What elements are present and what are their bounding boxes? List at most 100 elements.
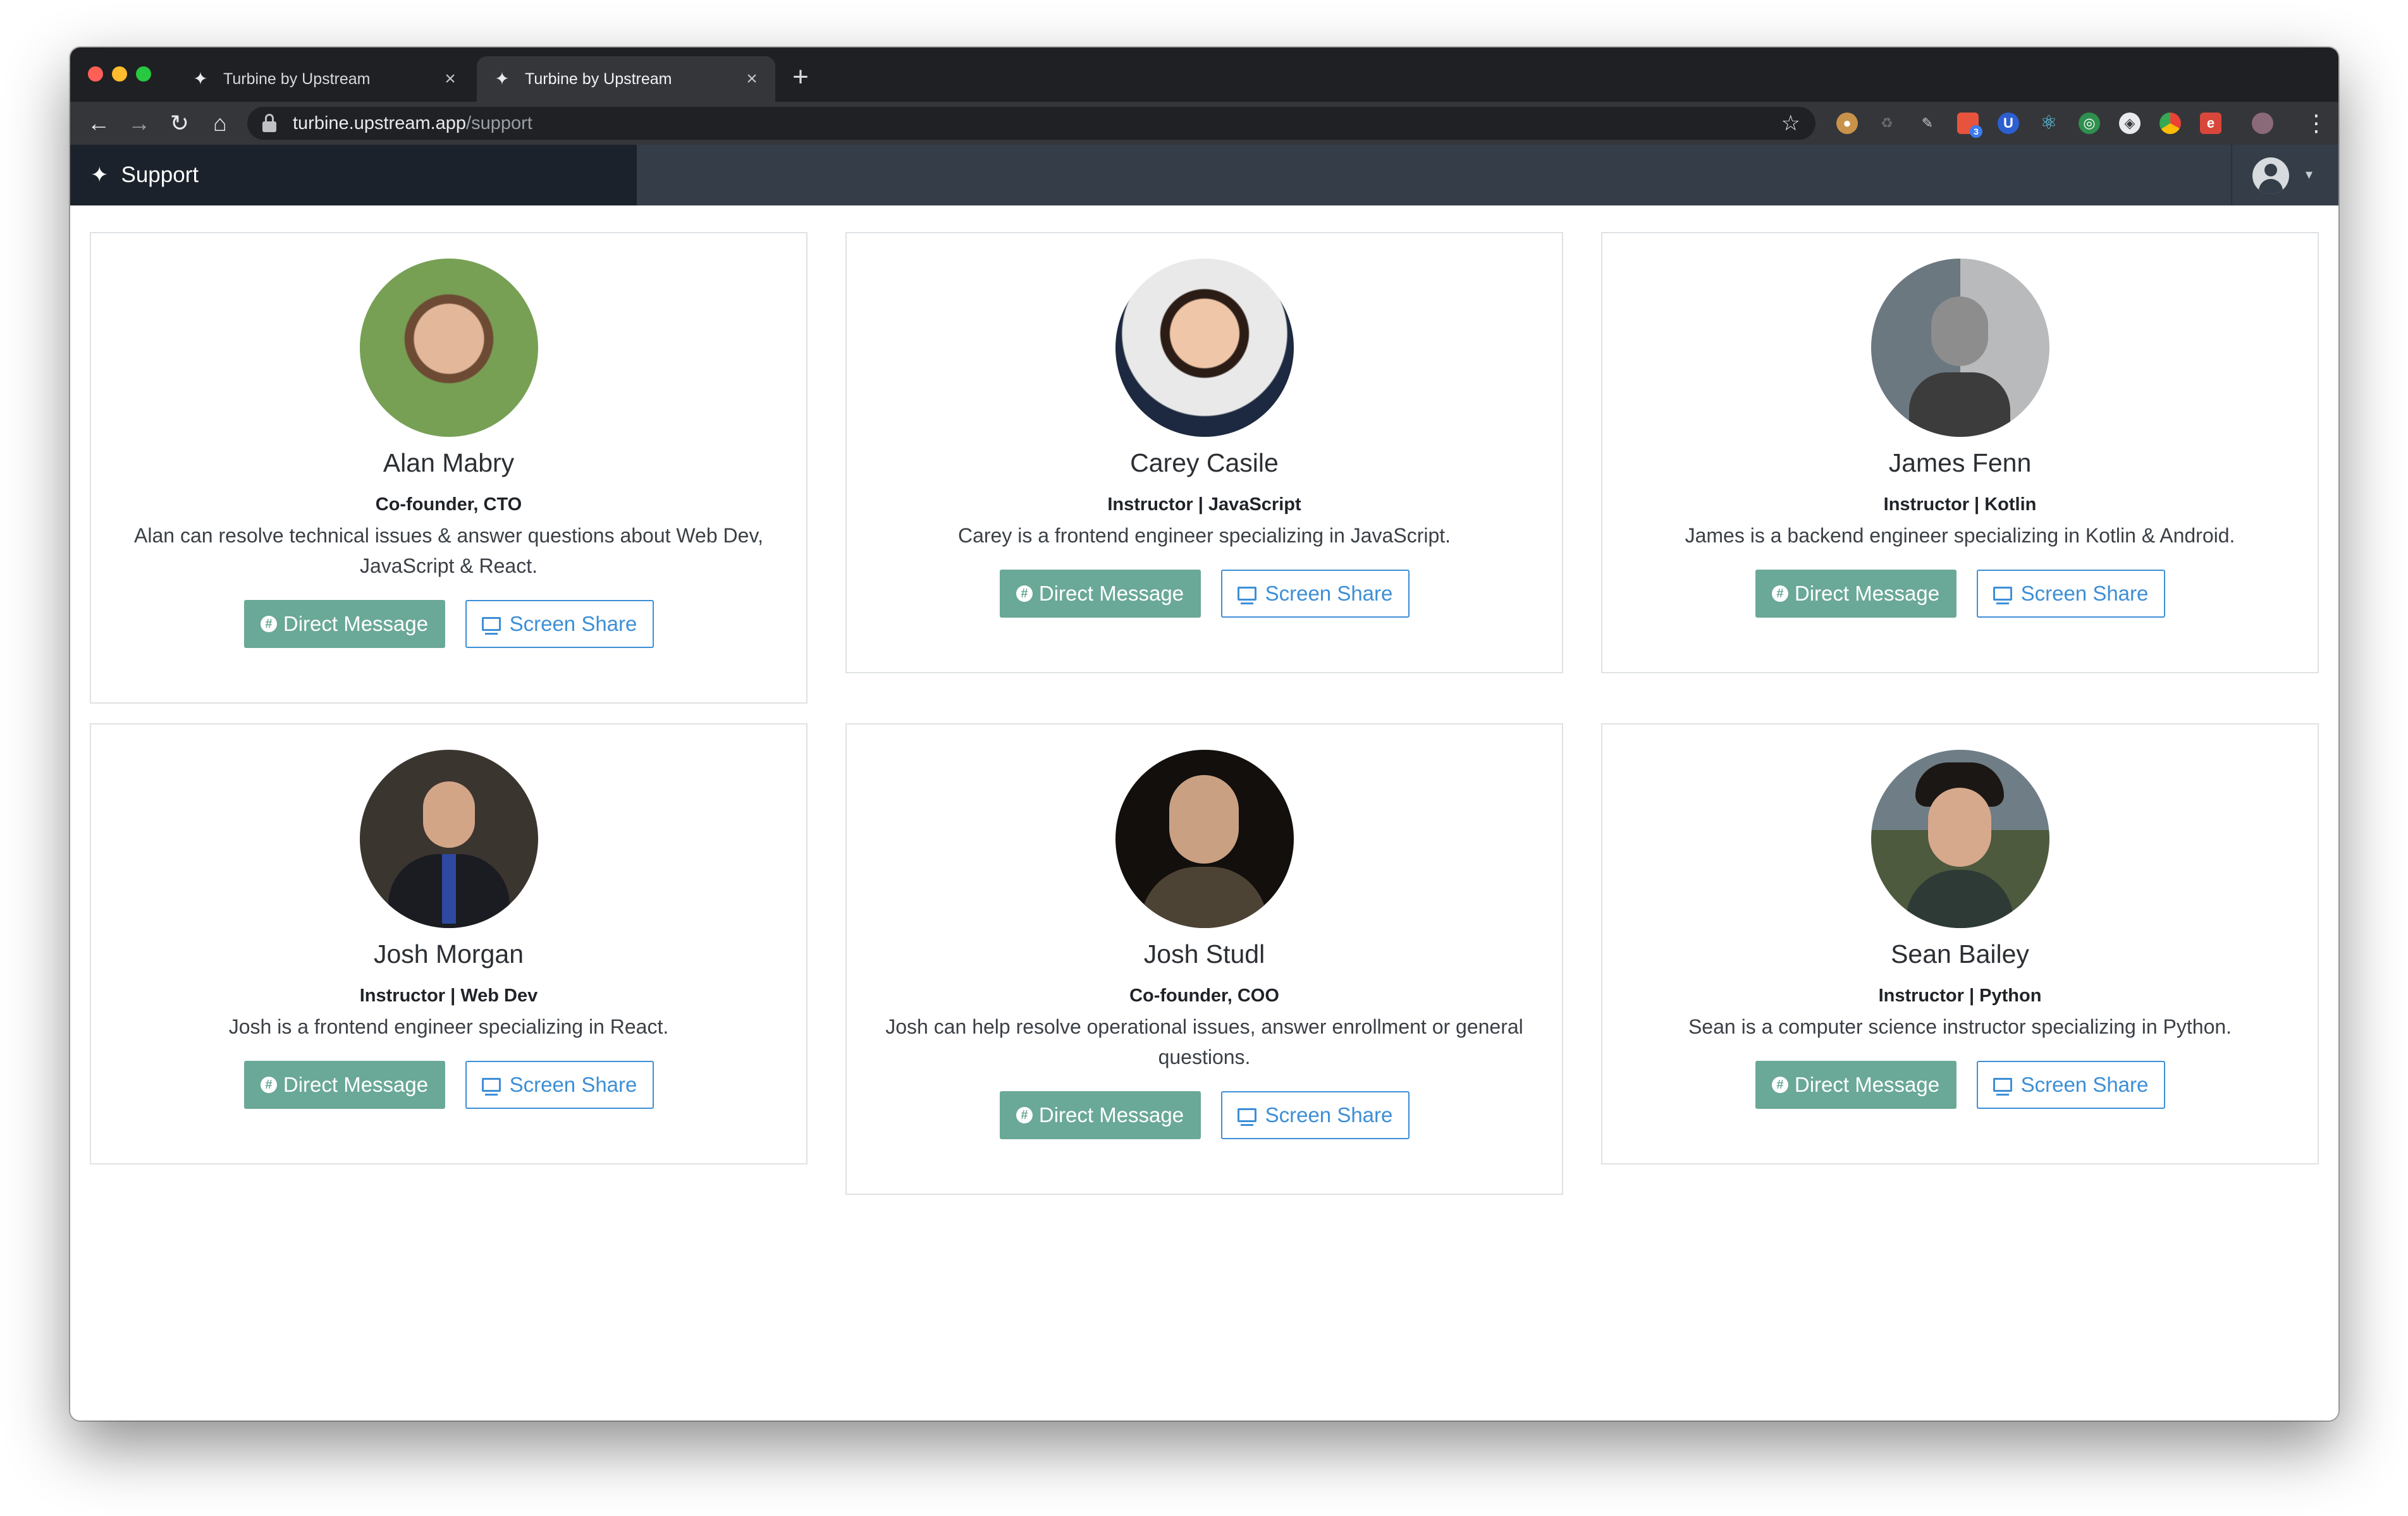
direct-message-button[interactable]: # Direct Message bbox=[999, 1091, 1201, 1139]
recycle-icon[interactable]: ♻ bbox=[1876, 113, 1898, 134]
chrome-icon[interactable] bbox=[2159, 113, 2181, 134]
screen-share-button[interactable]: Screen Share bbox=[465, 1061, 654, 1109]
direct-message-button[interactable]: # Direct Message bbox=[999, 570, 1201, 618]
member-bio: Sean is a computer science instructor sp… bbox=[1688, 1015, 2232, 1038]
close-window-button[interactable] bbox=[88, 66, 103, 82]
team-member-photo bbox=[1115, 750, 1294, 928]
card-actions: # Direct Message Screen Share bbox=[847, 1091, 1562, 1139]
url-path: /support bbox=[466, 113, 532, 133]
direct-message-label: Direct Message bbox=[1038, 1103, 1184, 1127]
direct-message-label: Direct Message bbox=[283, 1073, 429, 1096]
direct-message-button[interactable]: # Direct Message bbox=[243, 600, 445, 648]
home-icon[interactable]: ⌂ bbox=[204, 107, 236, 139]
turbine-favicon-icon: ✦ bbox=[494, 69, 510, 89]
tab-close-icon[interactable]: × bbox=[441, 68, 460, 90]
user-menu[interactable]: ▾ bbox=[2231, 145, 2338, 205]
card-actions: # Direct Message Screen Share bbox=[91, 600, 806, 648]
back-icon[interactable]: ← bbox=[83, 107, 114, 139]
browser-menu-icon[interactable]: ⋮ bbox=[2304, 107, 2329, 139]
member-role: Instructor | Web Dev bbox=[359, 986, 538, 1006]
lock-icon bbox=[262, 114, 276, 133]
support-content: Alan Mabry Co-founder, CTO Alan can reso… bbox=[70, 205, 2338, 1421]
tab-title: Turbine by Upstream bbox=[525, 70, 672, 88]
member-bio: Carey is a frontend engineer specializin… bbox=[957, 524, 1451, 547]
target-icon[interactable]: ◎ bbox=[2079, 113, 2100, 134]
member-role: Instructor | JavaScript bbox=[1107, 494, 1301, 515]
address-bar[interactable]: turbine.upstream.app/support ☆ bbox=[247, 107, 1815, 140]
member-bio: James is a backend engineer specializing… bbox=[1685, 524, 2235, 547]
slack-icon: # bbox=[1771, 1077, 1788, 1093]
team-card: James Fenn Instructor | Kotlin James is … bbox=[1601, 232, 2319, 673]
screen-share-button[interactable]: Screen Share bbox=[1220, 570, 1410, 618]
tab-close-icon[interactable]: × bbox=[742, 68, 761, 90]
team-card: Alan Mabry Co-founder, CTO Alan can reso… bbox=[90, 232, 808, 704]
team-member-photo bbox=[1870, 750, 2049, 928]
forward-icon[interactable]: → bbox=[123, 107, 155, 139]
slack-icon: # bbox=[1016, 1107, 1033, 1123]
member-bio: Josh can help resolve operational issues… bbox=[885, 1015, 1523, 1068]
screen-share-icon bbox=[1993, 587, 2012, 604]
browser-toolbar: ← → ↻ ⌂ turbine.upstream.app/support ☆ ●… bbox=[70, 102, 2338, 145]
screen-share-button[interactable]: Screen Share bbox=[1976, 570, 2165, 618]
direct-message-label: Direct Message bbox=[283, 612, 429, 635]
team-member-photo bbox=[359, 259, 538, 437]
direct-message-button[interactable]: # Direct Message bbox=[243, 1061, 445, 1109]
member-name: Josh Studl bbox=[1143, 939, 1265, 969]
slack-icon: # bbox=[1771, 585, 1788, 602]
member-name: Alan Mabry bbox=[383, 448, 515, 477]
team-member-photo bbox=[359, 750, 538, 928]
extension-badge-icon[interactable]: 3 bbox=[1957, 113, 1982, 138]
screen-share-button[interactable]: Screen Share bbox=[465, 600, 654, 648]
screen-share-button[interactable]: Screen Share bbox=[1220, 1091, 1410, 1139]
browser-tab-2[interactable]: ✦ Turbine by Upstream × bbox=[477, 56, 775, 102]
member-name: Josh Morgan bbox=[373, 939, 524, 969]
screen-share-label: Screen Share bbox=[2020, 582, 2149, 605]
team-card: Josh Studl Co-founder, COO Josh can help… bbox=[845, 723, 1563, 1195]
profile-avatar-icon[interactable] bbox=[2252, 113, 2273, 134]
direct-message-label: Direct Message bbox=[1794, 582, 1940, 605]
team-member-photo bbox=[1870, 259, 2049, 437]
browser-tab-1[interactable]: ✦ Turbine by Upstream × bbox=[175, 56, 474, 102]
tab-title: Turbine by Upstream bbox=[223, 70, 371, 88]
team-card: Carey Casile Instructor | JavaScript Car… bbox=[845, 232, 1563, 673]
screen-share-label: Screen Share bbox=[1265, 582, 1393, 605]
screen-share-icon bbox=[1993, 1078, 2012, 1096]
cookie-icon[interactable]: ● bbox=[1836, 113, 1858, 134]
reload-icon[interactable]: ↻ bbox=[164, 107, 195, 139]
team-card: Josh Morgan Instructor | Web Dev Josh is… bbox=[90, 723, 808, 1165]
turbine-logo-icon: ✦ bbox=[90, 163, 109, 187]
e-icon[interactable]: e bbox=[2200, 113, 2221, 134]
card-actions: # Direct Message Screen Share bbox=[1602, 1061, 2318, 1109]
pen-icon[interactable]: ✎ bbox=[1917, 113, 1938, 134]
team-member-photo bbox=[1115, 259, 1294, 437]
screen-share-label: Screen Share bbox=[2020, 1073, 2149, 1096]
compass-icon[interactable]: ◈ bbox=[2119, 113, 2141, 134]
app-brand[interactable]: ✦ Support bbox=[70, 145, 637, 205]
slack-icon: # bbox=[260, 616, 277, 632]
member-name: Carey Casile bbox=[1130, 448, 1279, 477]
slack-icon: # bbox=[260, 1077, 277, 1093]
tab-strip: ✦ Turbine by Upstream × ✦ Turbine by Ups… bbox=[70, 47, 2338, 102]
url-host: turbine.upstream.app bbox=[293, 113, 467, 133]
new-tab-button[interactable]: + bbox=[785, 61, 816, 93]
member-role: Co-founder, CTO bbox=[375, 494, 522, 515]
extension-badge-count: 3 bbox=[1970, 125, 1982, 138]
member-role: Instructor | Python bbox=[1878, 986, 2042, 1006]
team-card: Sean Bailey Instructor | Python Sean is … bbox=[1601, 723, 2319, 1165]
card-actions: # Direct Message Screen Share bbox=[847, 570, 1562, 618]
screen-share-icon bbox=[481, 617, 501, 635]
member-bio: Josh is a frontend engineer specializing… bbox=[228, 1015, 669, 1038]
react-icon[interactable]: ⚛ bbox=[2038, 113, 2060, 134]
card-actions: # Direct Message Screen Share bbox=[1602, 570, 2318, 618]
app-header: ✦ Support ▾ bbox=[70, 145, 2338, 205]
zoom-window-button[interactable] bbox=[136, 66, 151, 82]
direct-message-button[interactable]: # Direct Message bbox=[1755, 1061, 1956, 1109]
direct-message-button[interactable]: # Direct Message bbox=[1755, 570, 1956, 618]
screen-share-button[interactable]: Screen Share bbox=[1976, 1061, 2165, 1109]
turbine-favicon-icon: ✦ bbox=[193, 69, 208, 89]
bookmark-star-icon[interactable]: ☆ bbox=[1781, 111, 1800, 136]
user-avatar-icon bbox=[2252, 157, 2289, 194]
upstream-u-icon[interactable]: U bbox=[1998, 113, 2019, 134]
slack-icon: # bbox=[1016, 585, 1033, 602]
minimize-window-button[interactable] bbox=[112, 66, 127, 82]
